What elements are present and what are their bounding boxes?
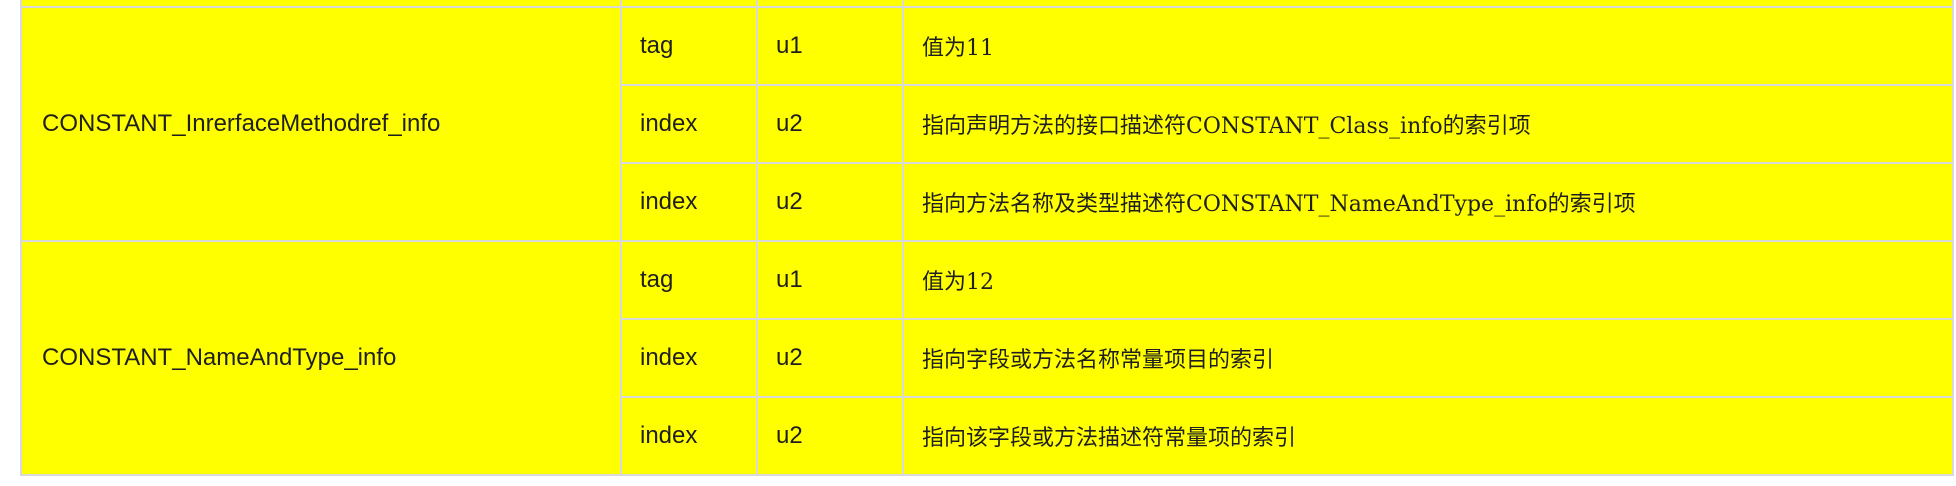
item-cell: tag	[620, 6, 758, 86]
strip-cell	[620, 0, 758, 8]
type-cell: u2	[756, 318, 904, 398]
item-cell: index	[620, 162, 758, 242]
type-cell: u2	[756, 84, 904, 164]
description-cell: 指向字段或方法名称常量项目的索引	[902, 318, 1954, 398]
item-cell: tag	[620, 240, 758, 320]
description-cell: 值为11	[902, 6, 1954, 86]
item-cell: index	[620, 318, 758, 398]
strip-cell	[756, 0, 904, 8]
table-row: CONSTANT_NameAndType_info tag u1 值为12	[20, 240, 1954, 476]
item-cell: index	[620, 396, 758, 476]
description-cell: 值为12	[902, 240, 1954, 320]
type-cell: u2	[756, 162, 904, 242]
constant-name-cell: CONSTANT_InrerfaceMethodref_info	[20, 6, 622, 242]
item-cell: index	[620, 84, 758, 164]
description-cell: 指向方法名称及类型描述符CONSTANT_NameAndType_info的索引…	[902, 162, 1954, 242]
page: CONSTANT_InrerfaceMethodref_info tag u1 …	[0, 0, 1956, 486]
previous-row-strip	[20, 0, 1954, 8]
description-cell: 指向该字段或方法描述符常量项的索引	[902, 396, 1954, 476]
type-cell: u1	[756, 6, 904, 86]
strip-cell	[20, 0, 622, 8]
constant-name-cell: CONSTANT_NameAndType_info	[20, 240, 622, 476]
table-row: CONSTANT_InrerfaceMethodref_info tag u1 …	[20, 6, 1954, 242]
strip-cell	[902, 0, 1954, 8]
description-cell: 指向声明方法的接口描述符CONSTANT_Class_info的索引项	[902, 84, 1954, 164]
constant-pool-table: CONSTANT_InrerfaceMethodref_info tag u1 …	[20, 0, 1954, 476]
type-cell: u2	[756, 396, 904, 476]
type-cell: u1	[756, 240, 904, 320]
